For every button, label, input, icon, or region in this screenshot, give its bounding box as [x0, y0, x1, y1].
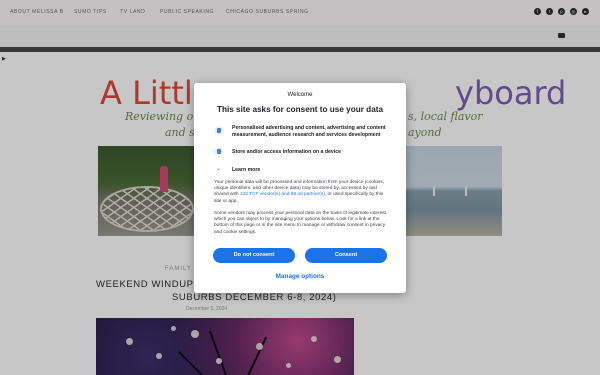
consent-dialog: Welcome This site asks for consent to us… — [194, 83, 406, 293]
vendors-link[interactable]: 142 TCF vendor(s) and 68 ad partner(s) — [240, 192, 325, 197]
learn-more-toggle[interactable]: Learn more — [232, 167, 260, 173]
consent-paragraph-1: Your personal data will be processed and… — [214, 180, 388, 205]
purpose-device-storage: Store and/or access information on a dev… — [232, 149, 341, 155]
manage-options-link[interactable]: Manage options — [194, 273, 406, 280]
consent-button[interactable]: Consent — [305, 248, 387, 263]
device-storage-icon — [214, 147, 223, 156]
purpose-advertising: Personalised advertising and content, ad… — [232, 125, 386, 138]
consent-paragraph-2: Some vendors may process your personal d… — [214, 211, 388, 235]
dialog-welcome: Welcome — [287, 92, 313, 98]
person-data-icon — [214, 126, 223, 135]
chevron-down-icon[interactable]: ⌄ — [215, 166, 222, 173]
dialog-heading: This site asks for consent to use your d… — [216, 105, 384, 114]
do-not-consent-button[interactable]: Do not consent — [213, 248, 295, 263]
